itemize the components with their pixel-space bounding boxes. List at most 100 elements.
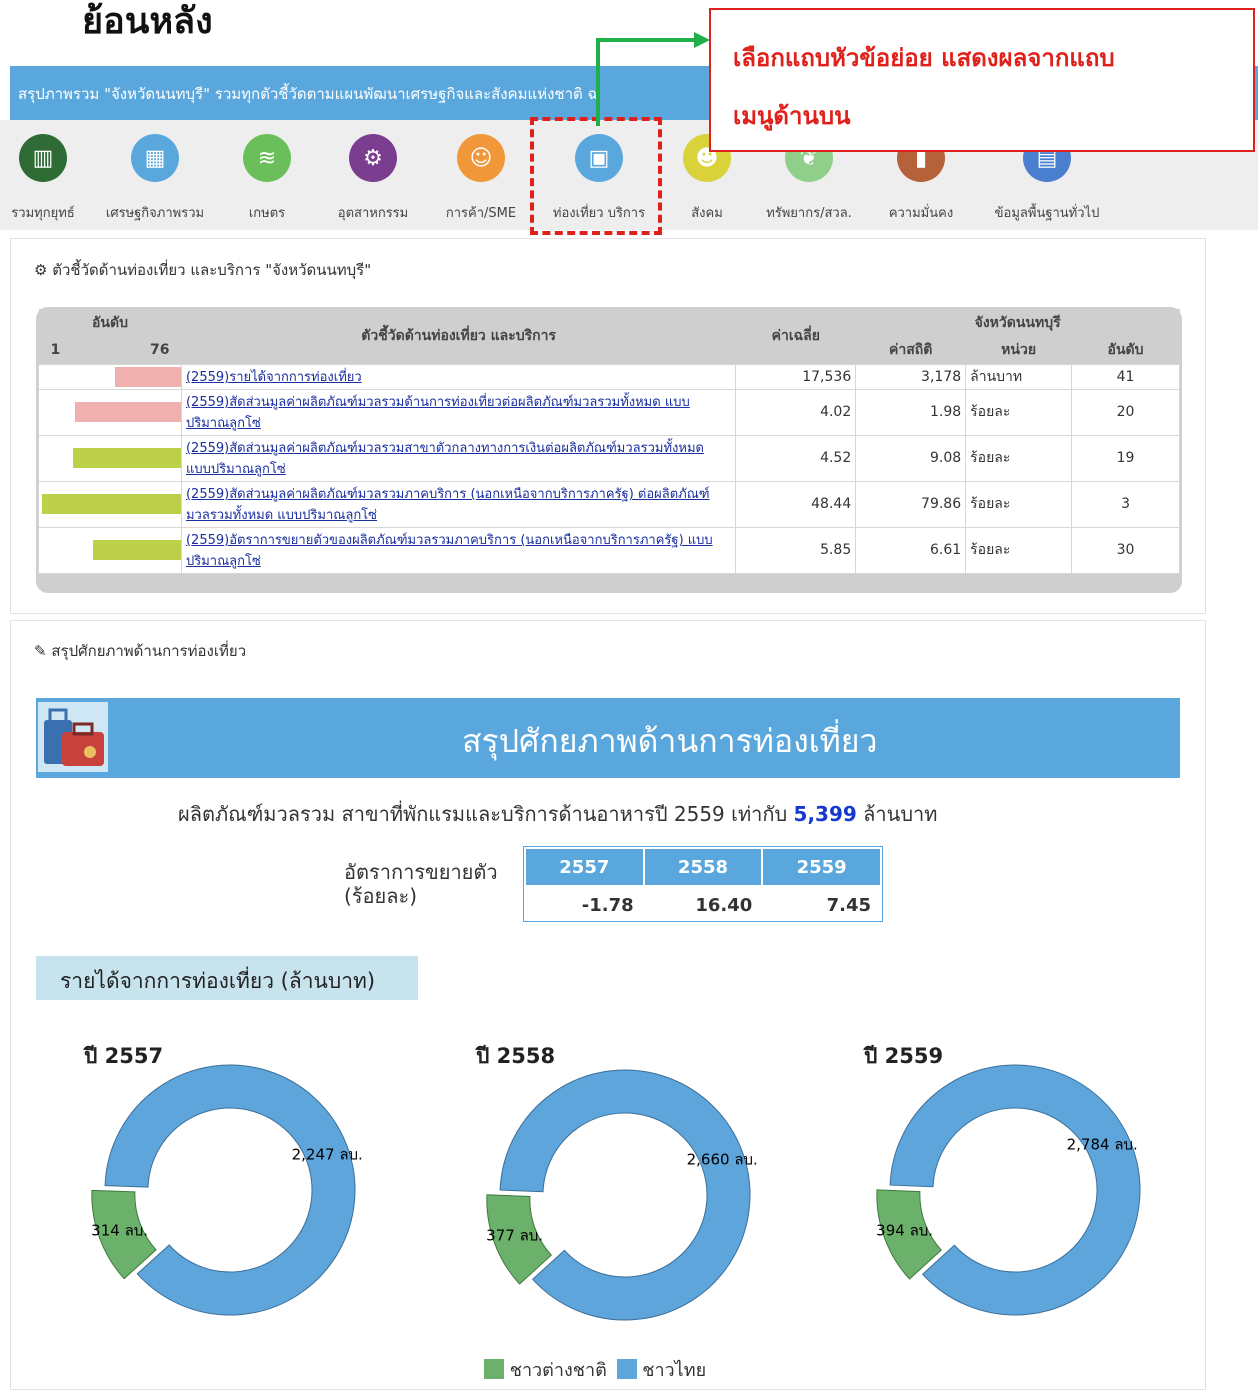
rank-col-header: อันดับ bbox=[39, 309, 182, 336]
growth-label: อัตราการขยายตัว (ร้อยละ) bbox=[344, 860, 498, 908]
donut-label-thai: 2,247 ลบ. bbox=[292, 1146, 363, 1164]
chart-legend: ชาวต่างชาติ ชาวไทย bbox=[484, 1355, 706, 1384]
value-col-header: ค่าสถิติ bbox=[889, 341, 933, 358]
avg-cell: 5.85 bbox=[735, 526, 857, 574]
rank-scale: 1 76 bbox=[39, 336, 182, 364]
revenue-donut-charts: 314 ลบ. 2,247 ลบ. 377 ลบ. 2,660 ลบ. 394 ลบ. 2… bbox=[91, 1064, 1141, 1321]
rank-cell: 30 bbox=[1071, 526, 1180, 574]
unit-col-header: หน่วย bbox=[1001, 341, 1037, 358]
rank-bar-cell bbox=[38, 526, 182, 574]
edit-icon: ✎ bbox=[34, 642, 47, 660]
province-col-header: จังหวัดนนทบุรี bbox=[974, 314, 1061, 331]
unit-cell: ล้านบาท bbox=[965, 363, 1073, 390]
rank-bar-cell bbox=[38, 388, 182, 436]
unit-cell: ร้อยละ bbox=[965, 526, 1073, 574]
rank-bar-cell bbox=[38, 480, 182, 528]
rank2-col-header: อันดับ bbox=[1107, 341, 1144, 358]
avg-col-header: ค่าเฉลี่ย bbox=[771, 328, 820, 345]
value-cell: 1.98 bbox=[855, 388, 967, 436]
trade-icon: ☺ bbox=[457, 134, 505, 182]
rank-bar bbox=[114, 366, 181, 387]
indicator-link[interactable]: (2559)อัตราการขยายตัวของผลิตภัณฑ์มวลรวมภ… bbox=[186, 533, 713, 569]
indicator-link[interactable]: (2559)สัดส่วนมูลค่าผลิตภัณฑ์มวลรวมสาขาตั… bbox=[186, 441, 704, 477]
indicators-header: ⚙ ตัวชี้วัดด้านท่องเที่ยว และบริการ "จัง… bbox=[34, 258, 371, 282]
gears-icon: ⚙ bbox=[34, 261, 48, 279]
rank-scale-min: 1 bbox=[50, 341, 61, 358]
indicator-cell: (2559)สัดส่วนมูลค่าผลิตภัณฑ์มวลรวมภาคบริ… bbox=[180, 480, 737, 528]
donut-label-foreign: 314 ลบ. bbox=[91, 1221, 148, 1239]
callout-line-1: เลือกแถบหัวข้อย่อย แสดงผลจากแถบ bbox=[733, 44, 1115, 72]
donut-label-thai: 2,660 ลบ. bbox=[687, 1151, 758, 1169]
factory-icon: ⚙ bbox=[349, 134, 397, 182]
revenue-title: รายได้จากการท่องเที่ยว (ล้านบาท) bbox=[60, 969, 376, 993]
table-row: (2559)สัดส่วนมูลค่าผลิตภัณฑ์มวลรวมด้านกา… bbox=[38, 388, 1180, 436]
legend-label-thai: ชาวไทย bbox=[642, 1360, 707, 1381]
avg-cell: 4.52 bbox=[735, 434, 857, 482]
rank-cell: 19 bbox=[1071, 434, 1180, 482]
summary-header: ✎ สรุปศักยภาพด้านการท่องเที่ยว bbox=[34, 639, 246, 663]
donut-slice-thai bbox=[104, 1064, 356, 1316]
nav-label: เกษตร bbox=[248, 206, 286, 221]
table-row: (2559)รายได้จากการท่องเที่ยว 17,536 3,178 ล… bbox=[38, 363, 1180, 390]
rank-bar bbox=[72, 448, 181, 468]
value-cell: 6.61 bbox=[855, 526, 967, 574]
nav-label: อุตสาหกรรม bbox=[337, 206, 409, 221]
unit-cell: ร้อยละ bbox=[965, 388, 1073, 436]
nav-item[interactable]: ≋ เกษตร bbox=[212, 134, 322, 223]
growth-year: 2558 bbox=[642, 847, 764, 887]
rank-bar-cell bbox=[38, 363, 182, 390]
economy-icon: ▦ bbox=[131, 134, 179, 182]
gdp-prefix: ผลิตภัณฑ์มวลรวม สาขาที่พักแรมและบริการด้… bbox=[178, 802, 788, 826]
table-row: (2559)สัดส่วนมูลค่าผลิตภัณฑ์มวลรวมภาคบริ… bbox=[38, 480, 1180, 528]
growth-table: 2557 2558 2559 -1.78 16.40 7.45 bbox=[524, 847, 882, 923]
farm-icon: ≋ bbox=[243, 134, 291, 182]
rank-header-label: อันดับ bbox=[92, 314, 128, 331]
nav-item[interactable]: ⚙ อุตสาหกรรม bbox=[318, 134, 428, 223]
tourism-title-banner: สรุปศักยภาพด้านการท่องเที่ยว bbox=[36, 698, 1180, 778]
indicator-cell: (2559)รายได้จากการท่องเที่ยว bbox=[180, 363, 737, 390]
banner-text: สรุปภาพรวม "จังหวัดนนทบุรี" รวมทุกตัวชี้… bbox=[18, 85, 598, 103]
indicator-cell: (2559)สัดส่วนมูลค่าผลิตภัณฑ์มวลรวมสาขาตั… bbox=[180, 434, 737, 482]
callout-arrow bbox=[596, 32, 710, 126]
value-cell: 3,178 bbox=[855, 363, 967, 390]
nav-item[interactable]: ▦ เศรษฐกิจภาพรวม bbox=[100, 134, 210, 223]
page-heading: ย้อนหลัง bbox=[82, 1, 213, 42]
rank-cell: 41 bbox=[1071, 363, 1180, 390]
nav-item[interactable]: ▥ รวมทุกยุทธ์ bbox=[0, 134, 98, 223]
nav-label: ทรัพยากร/สวล. bbox=[766, 206, 852, 221]
indicator-link[interactable]: (2559)สัดส่วนมูลค่าผลิตภัณฑ์มวลรวมภาคบริ… bbox=[186, 487, 710, 523]
callout-line-2: เมนูด้านบน bbox=[733, 102, 851, 130]
growth-value: 16.40 bbox=[695, 894, 753, 916]
growth-year: 2559 bbox=[761, 847, 882, 887]
donut-slice-thai bbox=[889, 1064, 1141, 1316]
legend-swatch-foreign bbox=[484, 1359, 504, 1379]
indicators-table: อันดับ ตัวชี้วัดด้านท่องเที่ยว และบริการ… bbox=[38, 309, 1180, 574]
gdp-suffix: ล้านบาท bbox=[863, 802, 938, 826]
unit-cell: ร้อยละ bbox=[965, 480, 1073, 528]
unit-cell: ร้อยละ bbox=[965, 434, 1073, 482]
avg-cell: 17,536 bbox=[735, 363, 857, 390]
instruction-callout: เลือกแถบหัวข้อย่อย แสดงผลจากแถบ เมนูด้าน… bbox=[709, 8, 1255, 152]
indicator-link[interactable]: (2559)สัดส่วนมูลค่าผลิตภัณฑ์มวลรวมด้านกา… bbox=[186, 395, 690, 431]
donut-slice-thai bbox=[499, 1069, 751, 1321]
summary-head-text: สรุปศักยภาพด้านการท่องเที่ยว bbox=[51, 642, 247, 660]
rank-scale-max: 76 bbox=[150, 341, 170, 358]
growth-value: 7.45 bbox=[826, 894, 871, 916]
legend-label-foreign: ชาวต่างชาติ bbox=[509, 1360, 607, 1381]
rank-cell: 20 bbox=[1071, 388, 1180, 436]
avg-cell: 4.02 bbox=[735, 388, 857, 436]
gdp-value: 5,399 bbox=[793, 802, 857, 826]
selected-tab-highlight bbox=[530, 117, 662, 235]
indicators-title: ตัวชี้วัดด้านท่องเที่ยว และบริการ "จังหว… bbox=[52, 261, 372, 279]
nav-label: รวมทุกยุทธ์ bbox=[11, 206, 75, 221]
rank-bar-cell bbox=[38, 434, 182, 482]
value-cell: 79.86 bbox=[855, 480, 967, 528]
growth-box: 2557 2558 2559 -1.78 16.40 7.45 bbox=[523, 846, 883, 922]
growth-value: -1.78 bbox=[581, 894, 634, 916]
nav-item[interactable]: ☺ การค้า/SME bbox=[426, 134, 536, 223]
indicator-col-header: ตัวชี้วัดด้านท่องเที่ยว และบริการ bbox=[361, 328, 557, 345]
indicator-link[interactable]: (2559)รายได้จากการท่องเที่ยว bbox=[186, 370, 362, 385]
nav-label: เศรษฐกิจภาพรวม bbox=[105, 206, 205, 221]
gdp-line: ผลิตภัณฑ์มวลรวม สาขาที่พักแรมและบริการด้… bbox=[178, 798, 937, 830]
growth-label-line1: อัตราการขยายตัว bbox=[344, 860, 498, 884]
